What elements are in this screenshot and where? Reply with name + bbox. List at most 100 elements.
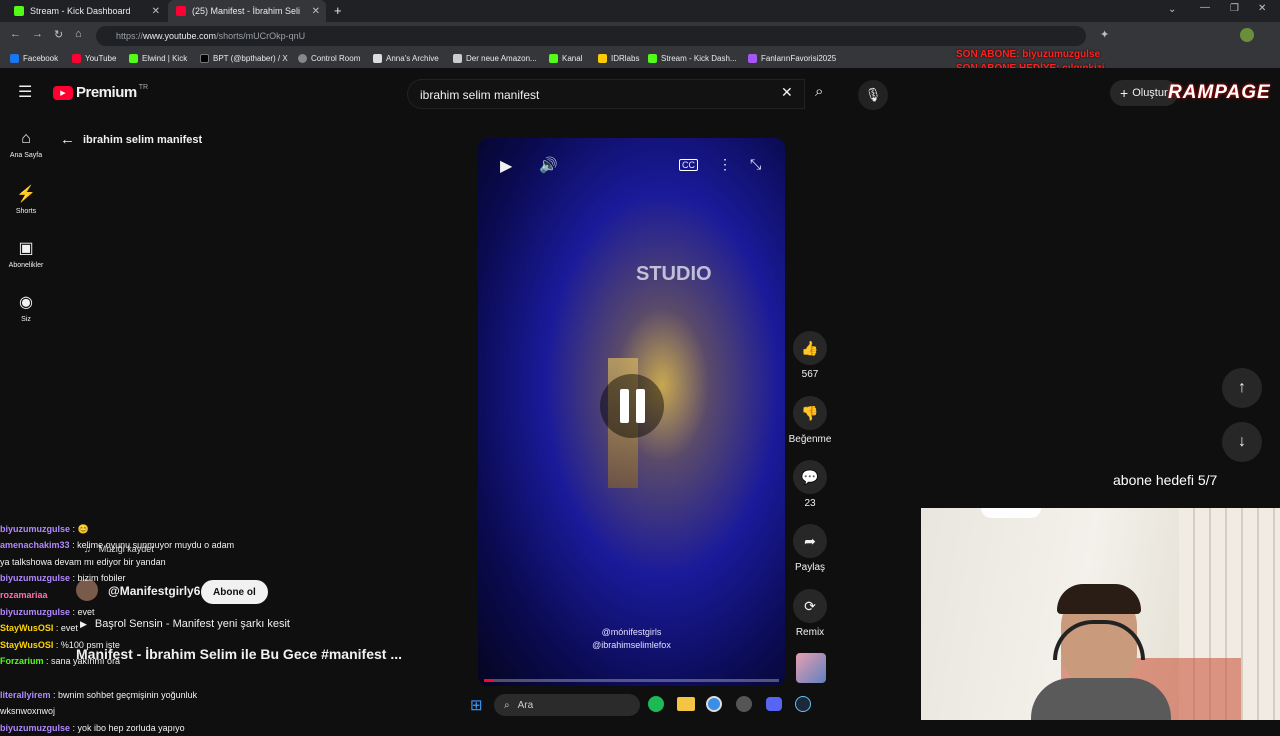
chat-message: biyuzumuzgulse : evet [0,604,470,621]
search-input[interactable]: ibrahim selim manifest [407,79,805,109]
url-input[interactable]: https://www.youtube.com/shorts/mUCrOkp-q… [96,26,1086,46]
bookmark-control-room[interactable]: Control Room [298,54,360,63]
bookmark-youtube[interactable]: YouTube [72,54,116,63]
bookmark-amazon[interactable]: Der neue Amazon... [453,54,537,63]
tab-kick-dashboard[interactable]: Stream - Kick Dashboard ✕ [6,0,166,22]
bookmark-label: Control Room [311,54,361,63]
play-icon[interactable]: ▶ [500,156,512,176]
home-page-icon[interactable]: ⌂ [75,28,82,40]
comments-button[interactable]: 💬 [793,460,827,494]
menu-icon[interactable]: ☰ [18,82,32,102]
window-close-icon[interactable]: ✕ [1258,3,1266,14]
sidebar-item-shorts[interactable]: ⚡ Shorts [0,184,52,215]
tab-youtube[interactable]: (25) Manifest - İbrahim Seli ✕ [168,0,326,22]
avatar[interactable] [1240,28,1254,42]
windows-start-icon[interactable]: ⊞ [470,696,483,714]
idrlabs-icon [598,54,607,63]
last-subscriber: SON ABONE: biyuzumuzgulse [956,49,1101,60]
bookmark-fanlar[interactable]: FanlarınFavorisi2025 [748,54,836,63]
chat-user: biyuzumuzgulse [0,606,71,617]
share-label: Paylaş [794,562,825,573]
forward-icon[interactable]: → [32,28,43,40]
extensions-icon[interactable]: ✦ [1100,28,1109,41]
chat-text: : %100 psm işte [55,639,120,650]
chat-message: biyuzumuzgulse : bizim fobiler [0,570,470,587]
microphone-icon[interactable]: 🎙 [858,80,888,110]
previous-short-button[interactable]: ↑ [1222,368,1262,408]
bookmark-annas-archive[interactable]: Anna's Archive [373,54,439,63]
clear-search-icon[interactable]: ✕ [781,84,793,101]
comment-count: 23 [804,498,816,509]
restore-icon[interactable]: ❐ [1230,3,1239,14]
logo-text: Premium [76,84,137,101]
bookmark-idrlabs[interactable]: IDRlabs [598,54,639,63]
close-icon[interactable]: ✕ [312,6,320,17]
more-options-icon[interactable]: ⋮ [718,156,732,173]
minimize-icon[interactable]: — [1200,2,1210,13]
shorts-video-player[interactable]: STUDIO ▶ 🔊 CC ⋮ ⤡ @mónifestgirls @ibrahi… [478,138,785,686]
steam-icon[interactable] [795,696,811,712]
progress-track[interactable] [484,679,779,682]
chat-text: wksnwoxnwoj [0,706,56,717]
tab-title: Stream - Kick Dashboard [30,6,131,16]
chat-message: biyuzumuzgulse : 😊 [0,521,470,538]
bookmark-bpt[interactable]: BPT (@bpthaber) / X [200,54,288,63]
spotify-icon[interactable] [648,696,664,712]
sidebar-item-home[interactable]: ⌂ Ana Sayfa [0,130,52,159]
subscriber-goal: abone hedefi 5/7 [1113,472,1218,488]
chat-user: amenachakim33 [0,540,70,551]
sidebar-item-label: Siz [21,316,31,323]
discord-icon[interactable] [766,697,782,711]
facebook-icon [10,54,19,63]
reload-icon[interactable]: ↻ [54,28,63,41]
progress-fill [484,679,493,682]
remix-button[interactable]: ⟳ [793,589,827,623]
search-icon[interactable]: ⌕ [815,83,823,100]
kick-icon [549,54,558,63]
fullscreen-icon[interactable]: ⤡ [750,156,761,173]
like-button[interactable]: 👍 [793,331,827,365]
pause-overlay-icon[interactable] [600,374,664,438]
bookmark-kanal[interactable]: Kanal [549,54,582,63]
next-short-button[interactable]: ↓ [1222,422,1262,462]
video-tag: @mónifestgirls [601,627,662,637]
bookmark-facebook[interactable]: Facebook [10,54,58,63]
chat-user: StayWusOSI [0,623,54,634]
volume-icon[interactable]: 🔊 [539,156,558,174]
bookmark-label: Elwind | Kick [142,54,188,63]
bookmark-label: Kanal [562,54,583,63]
back-icon[interactable]: ← [10,28,21,40]
obs-icon[interactable] [736,696,752,712]
bookmark-kick-stream[interactable]: Stream - Kick Dash... [648,54,737,63]
bookmark-elwind[interactable]: Elwind | Kick [129,54,187,63]
pause-bar [635,389,645,423]
new-tab-icon[interactable]: + [334,3,342,18]
chrome-icon[interactable] [706,696,722,712]
shorts-back-link[interactable]: ← ibrahim selim manifest [60,131,202,148]
file-explorer-icon[interactable] [677,697,695,711]
sidebar-item-you[interactable]: ◉ Siz [0,292,52,323]
streamer-shirt [1031,678,1171,720]
annas-archive-icon [373,54,382,63]
url-scheme: https:// [116,31,144,41]
share-button[interactable]: ➦ [793,524,827,558]
audio-thumbnail[interactable] [796,653,826,683]
bookmark-label: YouTube [85,54,117,63]
chat-user: biyuzumuzgulse [0,722,71,733]
dislike-label: Beğenme [788,434,832,445]
captions-icon[interactable]: CC [679,159,698,171]
create-label: Oluştur [1132,87,1168,99]
tab-search-icon[interactable]: ⌄ [1168,4,1176,15]
streamer-hair [1057,584,1141,614]
youtube-logo[interactable]: ▶ Premium TR [53,84,148,101]
thumbs-down-icon: 👎 [801,404,819,421]
close-icon[interactable]: ✕ [152,6,160,17]
sidebar-item-subscriptions[interactable]: ▣ Abonelikler [0,238,52,269]
taskbar-search[interactable]: ⌕ Ara [494,694,640,716]
chat-text: : kelime oyunu sunmuyor muydu o adam [72,540,235,551]
stream-chat-overlay: . biyuzumuzgulse : 😊 amenachakim33 : kel… [0,504,470,736]
chat-message: Forzarium : sana yakınmı ora [0,653,470,670]
bookmark-label: Facebook [23,54,59,63]
dislike-button[interactable]: 👎 [793,396,827,430]
sidebar-item-label: Ana Sayfa [9,152,43,159]
